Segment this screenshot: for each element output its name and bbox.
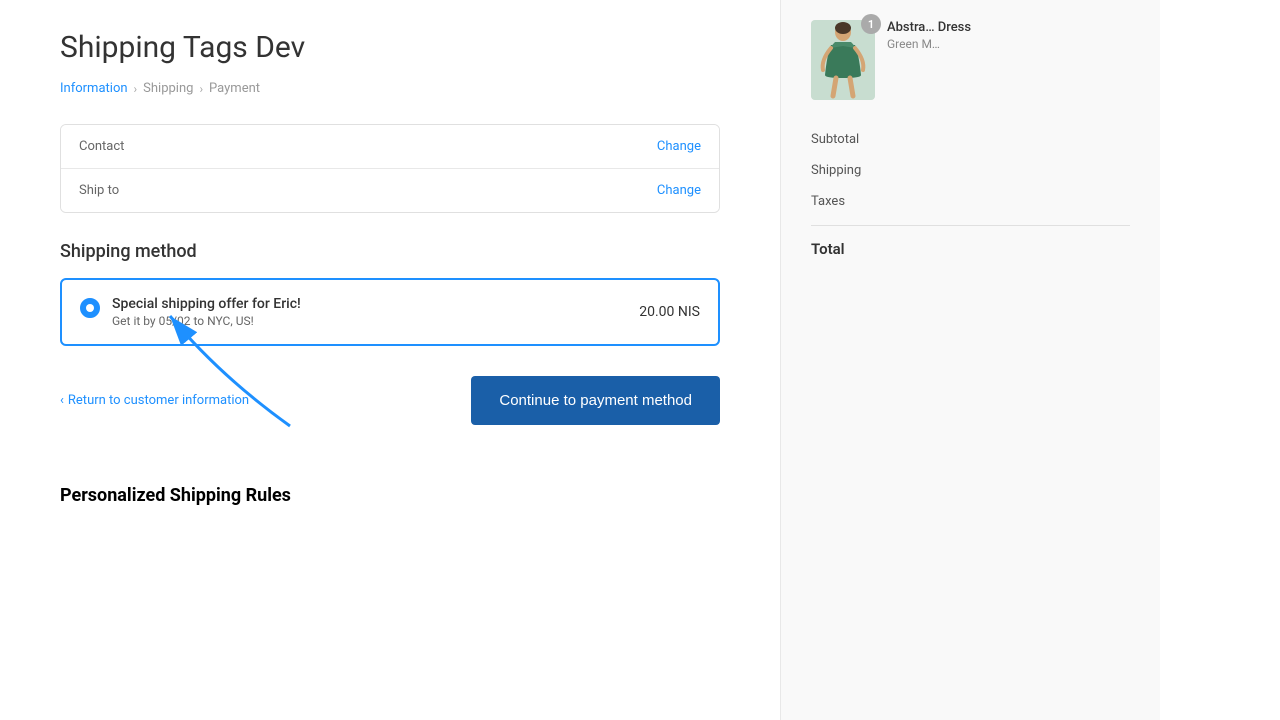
return-link-text: Return to customer information (68, 393, 249, 408)
product-image-wrap: 1 (811, 20, 875, 100)
shipping-radio[interactable] (80, 298, 100, 318)
shipping-option-name: Special shipping offer for Eric! (112, 296, 301, 312)
ship-to-label: Ship to (79, 183, 119, 198)
sidebar-product: 1 Abstra… Dress Green M… (811, 20, 1130, 100)
shipping-option-text: Special shipping offer for Eric! Get it … (112, 296, 301, 328)
product-name: Abstra… Dress (887, 20, 1130, 35)
page-title: Shipping Tags Dev (60, 30, 720, 65)
taxes-row: Taxes (811, 186, 1130, 217)
shipping-method-title: Shipping method (60, 241, 720, 262)
info-card: Contact Change Ship to Change (60, 124, 720, 213)
shipping-option-date: Get it by 05/02 to NYC, US! (112, 314, 301, 328)
breadcrumb-sep-1: › (134, 82, 138, 96)
shipping-row: Shipping (811, 155, 1130, 186)
shipping-option-price: 20.00 NIS (639, 304, 700, 320)
ship-to-row: Ship to Change (61, 169, 719, 212)
return-chevron: ‹ (60, 393, 64, 408)
breadcrumb-information[interactable]: Information (60, 81, 128, 96)
shipping-option[interactable]: Special shipping offer for Eric! Get it … (60, 278, 720, 346)
sidebar-totals: Subtotal Shipping Taxes Total (811, 124, 1130, 266)
breadcrumb-shipping: Shipping (143, 81, 193, 96)
actions-row: ‹ Return to customer information Continu… (60, 376, 720, 425)
ship-to-change-link[interactable]: Change (657, 183, 701, 198)
sidebar: 1 Abstra… Dress Green M… Subtotal Shippi… (780, 0, 1160, 720)
breadcrumb-payment: Payment (209, 81, 260, 96)
breadcrumb: Information › Shipping › Payment (60, 81, 720, 96)
product-info: Abstra… Dress Green M… (887, 20, 1130, 51)
continue-button[interactable]: Continue to payment method (471, 376, 720, 425)
product-variant: Green M… (887, 37, 1130, 51)
contact-label: Contact (79, 139, 124, 154)
total-label: Total (811, 240, 845, 258)
shipping-label: Shipping (811, 163, 861, 178)
breadcrumb-sep-2: › (199, 82, 203, 96)
contact-change-link[interactable]: Change (657, 139, 701, 154)
product-quantity-badge: 1 (861, 14, 881, 34)
subtotal-row: Subtotal (811, 124, 1130, 155)
taxes-label: Taxes (811, 194, 845, 209)
return-link[interactable]: ‹ Return to customer information (60, 393, 249, 408)
contact-row: Contact Change (61, 125, 719, 169)
annotation-label: Personalized Shipping Rules (60, 485, 720, 506)
total-row: Total (811, 225, 1130, 266)
subtotal-label: Subtotal (811, 132, 859, 147)
